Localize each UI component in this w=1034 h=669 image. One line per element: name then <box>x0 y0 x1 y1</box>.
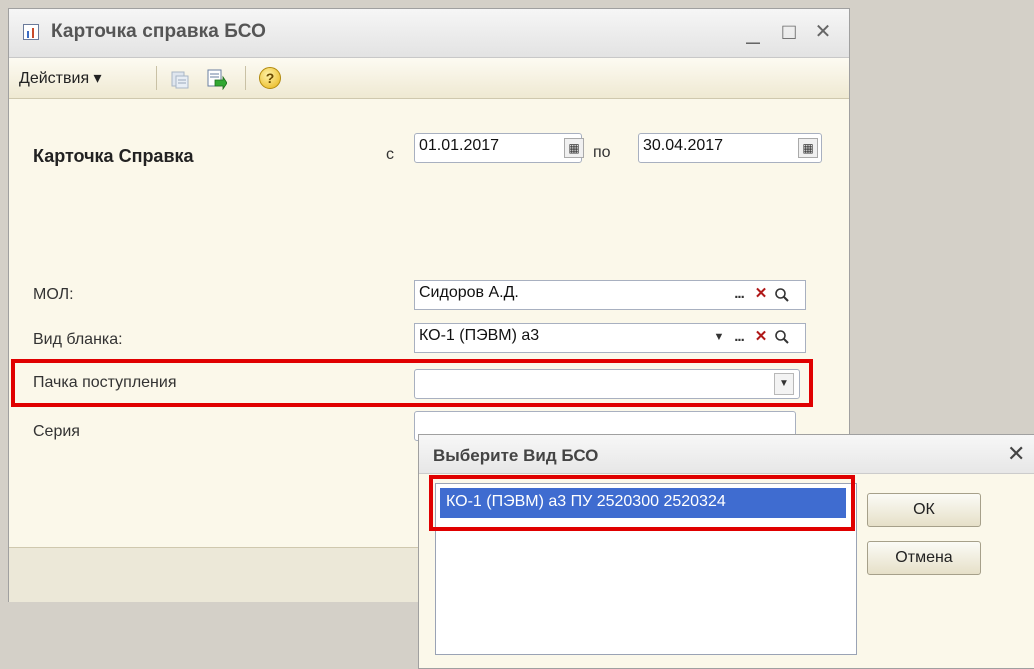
mol-select-icon[interactable]: ... <box>729 284 749 306</box>
document-list-icon[interactable] <box>169 68 191 90</box>
mol-search-icon[interactable] <box>774 287 790 303</box>
help-icon[interactable]: ? <box>259 67 281 89</box>
mol-value: Сидоров А.Д. <box>419 284 519 301</box>
dialog-title: Выберите Вид БСО <box>433 446 599 465</box>
to-calendar-icon[interactable]: ▦ <box>798 138 818 158</box>
mol-clear-icon[interactable]: ✕ <box>751 284 771 306</box>
document-go-icon[interactable] <box>205 68 227 90</box>
mol-label: МОЛ: <box>33 286 74 303</box>
to-date-value: 30.04.2017 <box>643 137 724 154</box>
app-chart-icon <box>23 24 39 40</box>
from-date-value: 01.01.2017 <box>419 137 500 154</box>
toolbar-separator <box>245 66 246 90</box>
minimize-button[interactable]: _ <box>741 19 765 45</box>
to-date-field[interactable]: 30.04.2017 <box>638 133 822 163</box>
selected-item-highlight <box>429 475 855 531</box>
blank-type-dropdown-icon[interactable]: ▼ <box>709 327 729 349</box>
toolbar-separator <box>156 66 157 90</box>
form-heading: Карточка Справка <box>33 146 194 166</box>
blank-type-search-icon[interactable] <box>774 329 790 345</box>
from-calendar-icon[interactable]: ▦ <box>564 138 584 158</box>
close-button[interactable]: ✕ <box>811 19 835 45</box>
window-title: Карточка справка БСО <box>51 21 267 42</box>
batch-label: Пачка поступления <box>33 374 177 391</box>
title-bar[interactable]: Карточка справка БСО _ □ ✕ <box>9 9 849 58</box>
from-date-field[interactable]: 01.01.2017 <box>414 133 582 163</box>
maximize-button[interactable]: □ <box>777 19 801 45</box>
choose-bso-dialog: Выберите Вид БСО ✕ КО-1 (ПЭВМ) а3 ПУ 252… <box>418 434 1034 669</box>
cancel-button[interactable]: Отмена <box>867 541 981 575</box>
blank-type-label: Вид бланка: <box>33 331 123 348</box>
dialog-title-bar[interactable]: Выберите Вид БСО ✕ <box>419 435 1034 474</box>
from-label: с <box>386 146 394 163</box>
to-label: по <box>593 144 611 161</box>
blank-type-clear-icon[interactable]: ✕ <box>751 327 771 349</box>
toolbar: Действия ▾ ? <box>9 58 849 99</box>
dialog-close-icon[interactable]: ✕ <box>1007 441 1025 467</box>
batch-dropdown-icon[interactable]: ▼ <box>774 373 794 395</box>
series-label: Серия <box>33 423 80 440</box>
ok-button[interactable]: ОК <box>867 493 981 527</box>
blank-type-select-icon[interactable]: ... <box>729 327 749 349</box>
actions-menu[interactable]: Действия ▾ <box>19 68 102 88</box>
batch-field[interactable] <box>414 369 800 399</box>
blank-type-value: КО-1 (ПЭВМ) а3 <box>419 327 540 344</box>
